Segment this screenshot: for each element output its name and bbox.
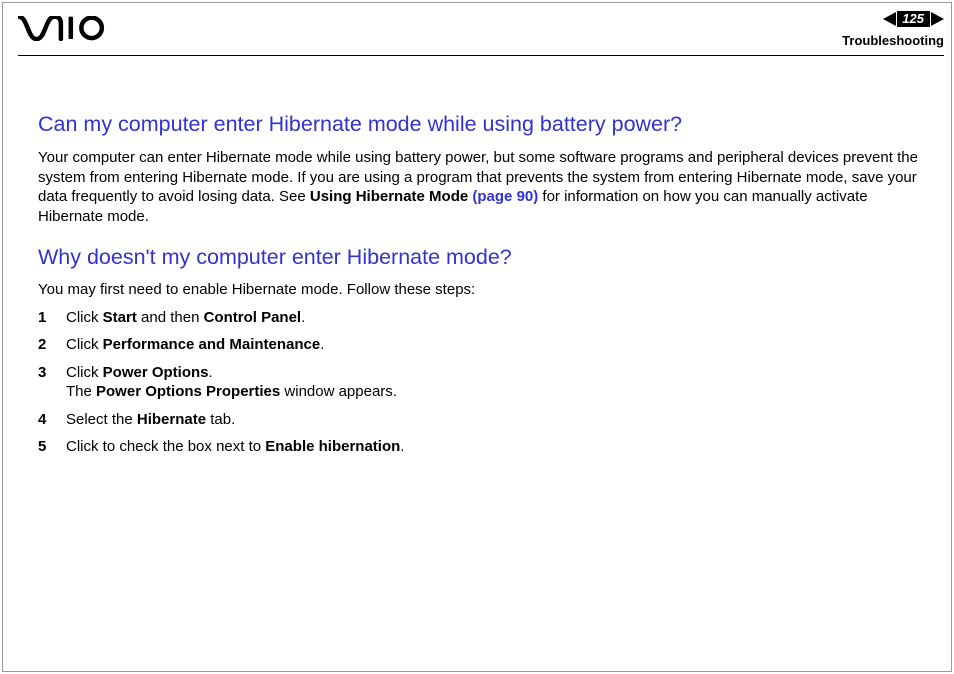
- text: tab.: [206, 411, 235, 428]
- emphasis-power-options: Power Options: [103, 364, 209, 381]
- emphasis-start: Start: [103, 309, 137, 326]
- faq2-intro: You may first need to enable Hibernate m…: [38, 281, 936, 298]
- step-4: Select the Hibernate tab.: [38, 410, 936, 430]
- page-header: 125 Troubleshooting: [18, 10, 944, 54]
- header-separator: [18, 55, 944, 56]
- page-navigation: 125 Troubleshooting: [824, 10, 944, 52]
- step-5: Click to check the box next to Enable hi…: [38, 437, 936, 457]
- faq-heading-2: Why doesn't my computer enter Hibernate …: [38, 245, 936, 271]
- step-3: Click Power Options. The Power Options P…: [38, 363, 936, 402]
- emphasis-hibernate-tab: Hibernate: [137, 411, 206, 428]
- faq-heading-1: Can my computer enter Hibernate mode whi…: [38, 112, 936, 138]
- text: window appears.: [280, 383, 397, 400]
- page-link-90[interactable]: (page 90): [472, 188, 538, 205]
- section-link-troubleshooting[interactable]: Troubleshooting: [824, 33, 944, 48]
- prev-page-arrow-icon[interactable]: [883, 12, 896, 26]
- emphasis-control-panel: Control Panel: [204, 309, 302, 326]
- text: Click: [66, 364, 103, 381]
- text: .: [400, 438, 404, 455]
- next-page-arrow-icon[interactable]: [931, 12, 944, 26]
- emphasis-performance-maintenance: Performance and Maintenance: [103, 336, 321, 353]
- text: Click to check the box next to: [66, 438, 265, 455]
- text: Select the: [66, 411, 137, 428]
- step-2: Click Performance and Maintenance.: [38, 335, 936, 355]
- emphasis-power-options-properties: Power Options Properties: [96, 383, 280, 400]
- text: The: [66, 383, 96, 400]
- text: Click: [66, 309, 103, 326]
- text: Click: [66, 336, 103, 353]
- emphasis-using-hibernate-mode: Using Hibernate Mode: [310, 188, 473, 205]
- text: .: [320, 336, 324, 353]
- text: .: [301, 309, 305, 326]
- step-1: Click Start and then Control Panel.: [38, 308, 936, 328]
- vaio-logo: [18, 16, 114, 46]
- content-area: Can my computer enter Hibernate mode whi…: [38, 112, 936, 465]
- steps-list: Click Start and then Control Panel. Clic…: [38, 308, 936, 457]
- emphasis-enable-hibernation: Enable hibernation: [265, 438, 400, 455]
- faq-body-1: Your computer can enter Hibernate mode w…: [38, 148, 936, 227]
- text: and then: [137, 309, 204, 326]
- text: .: [209, 364, 213, 381]
- page-number: 125: [897, 11, 930, 27]
